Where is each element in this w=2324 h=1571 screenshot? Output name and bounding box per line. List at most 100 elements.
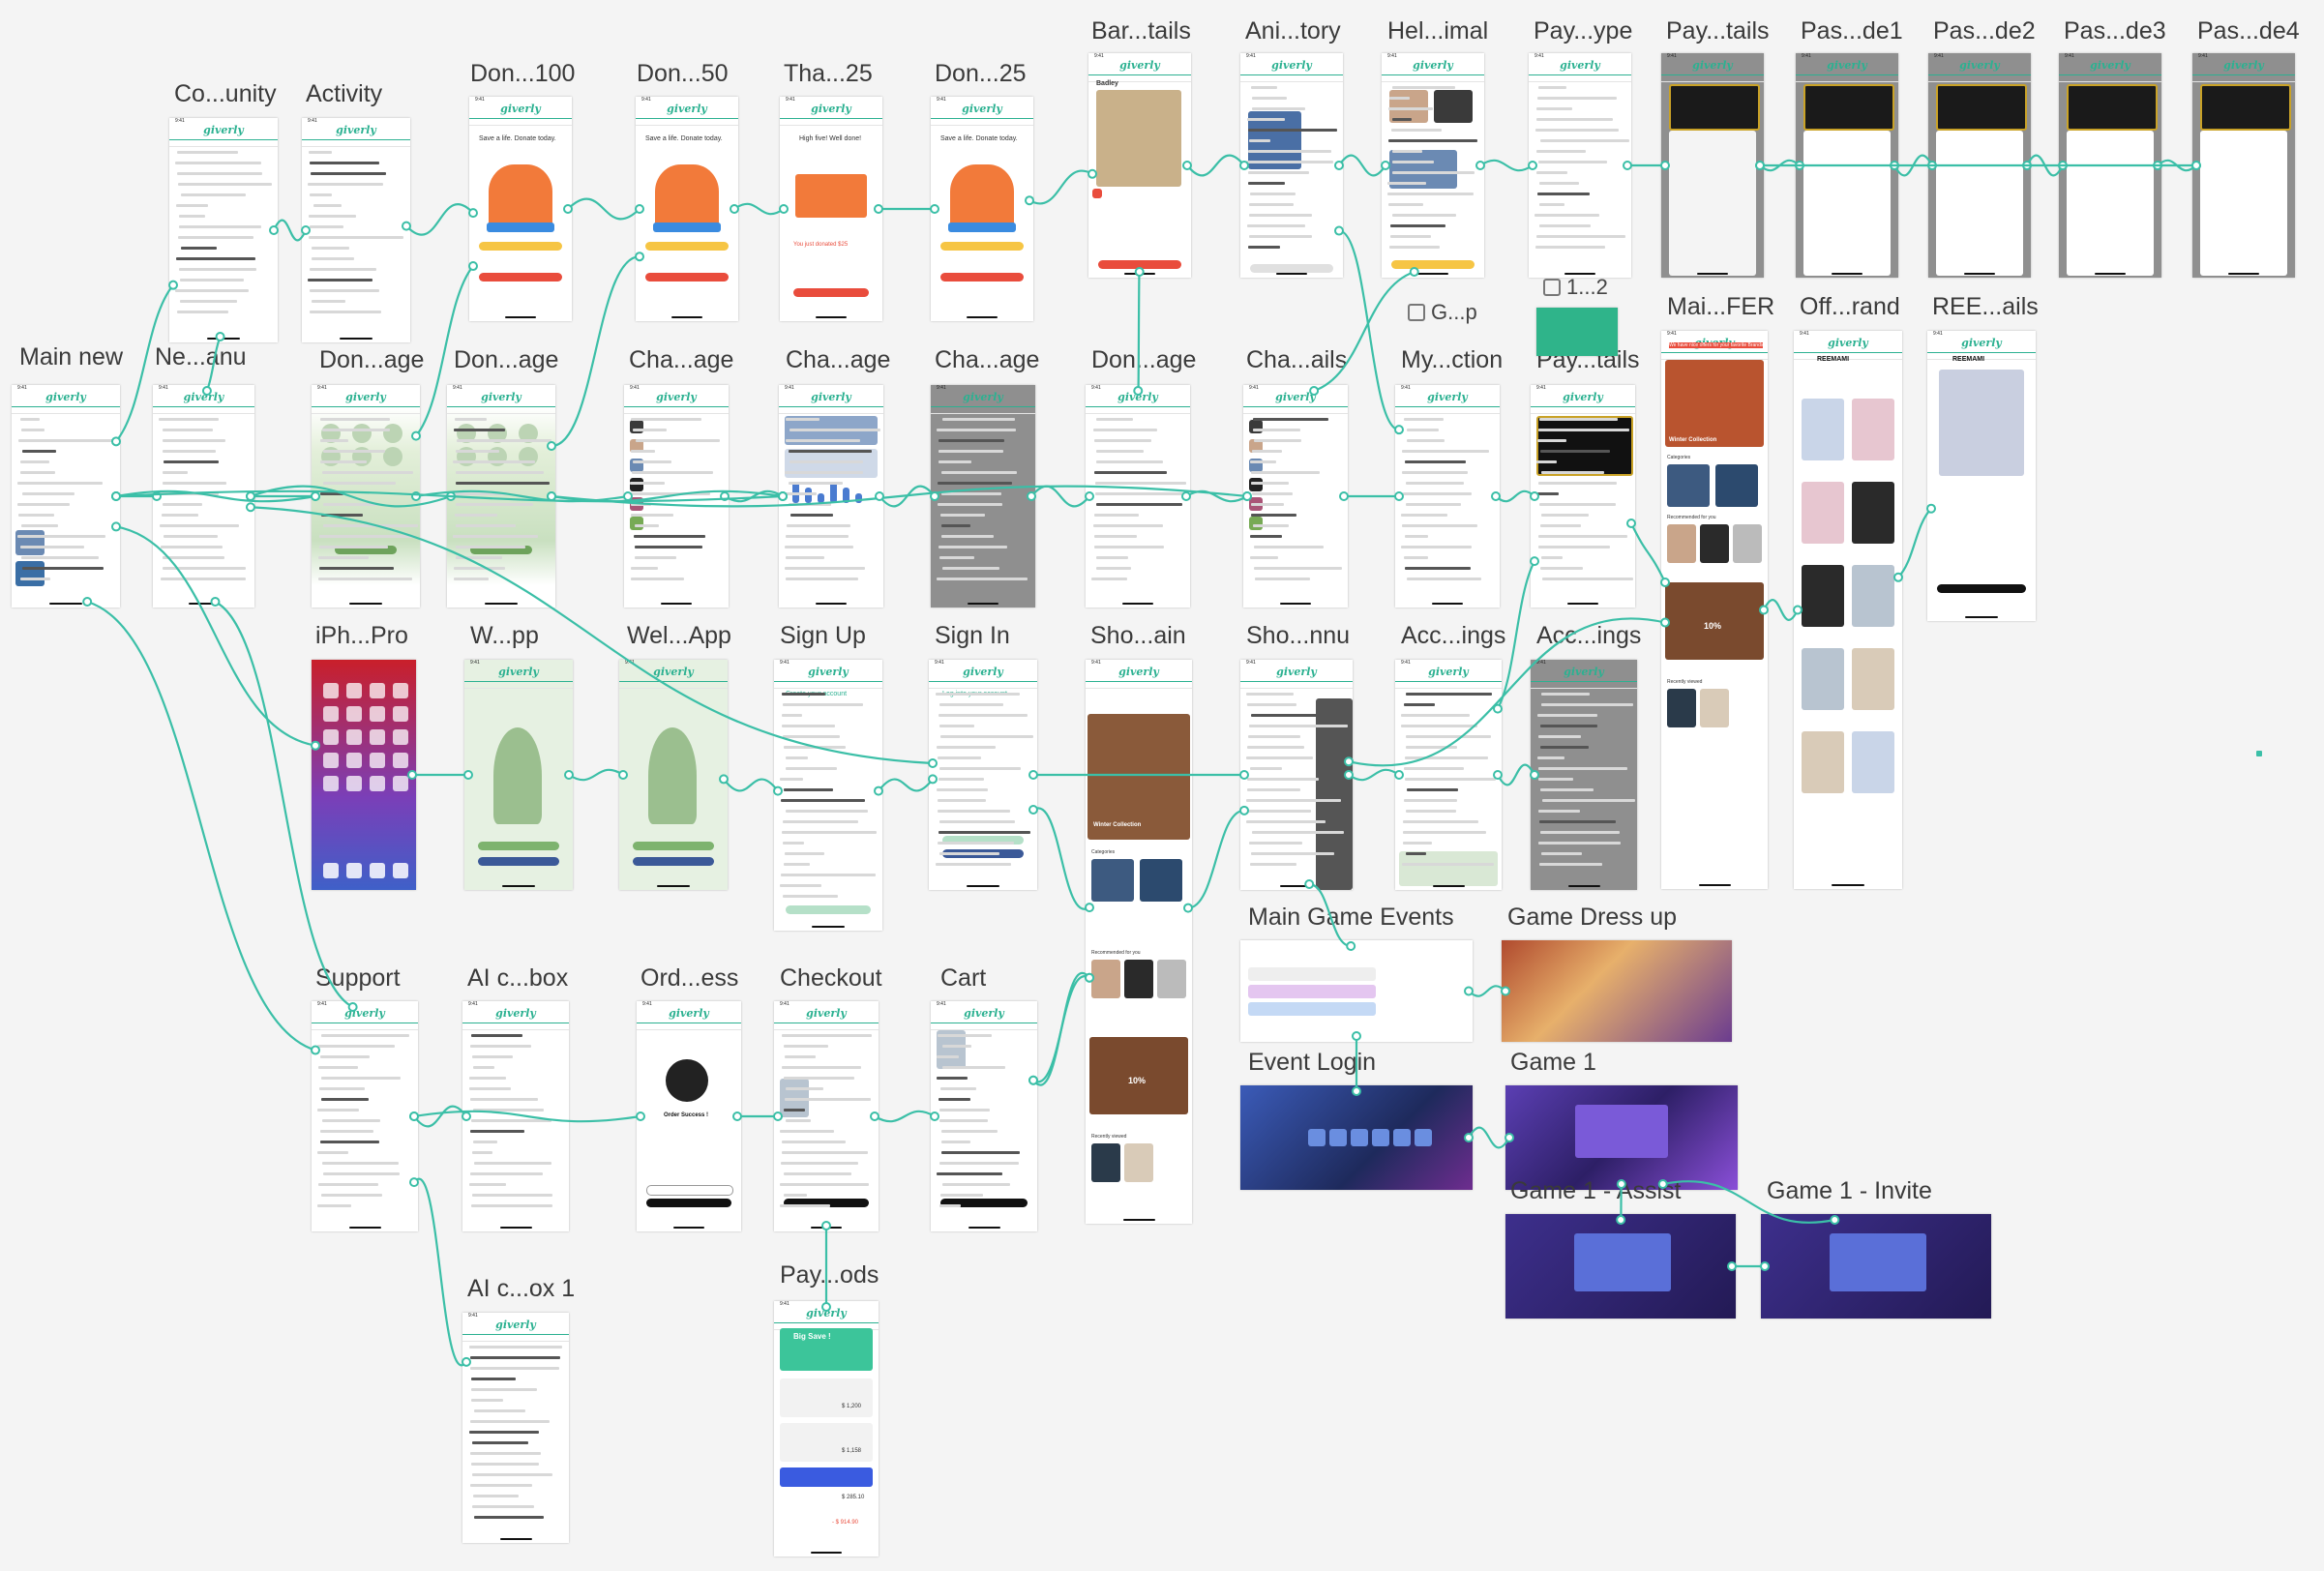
connector-end-dot[interactable] <box>1530 770 1539 780</box>
connector-start-dot[interactable] <box>1183 903 1193 913</box>
connector-end-dot[interactable] <box>930 491 939 501</box>
connector-end-dot[interactable] <box>623 491 633 501</box>
connector-end-dot[interactable] <box>468 208 478 219</box>
connector-end-dot[interactable] <box>1352 1086 1361 1096</box>
connector-start-dot[interactable] <box>930 1112 939 1121</box>
connector-end-dot[interactable] <box>779 204 789 214</box>
connector-end-dot[interactable] <box>635 204 644 214</box>
connector-end-dot[interactable] <box>1616 1215 1626 1225</box>
connector-start-dot[interactable] <box>1626 518 1636 528</box>
connector-end-dot[interactable] <box>928 757 938 768</box>
connector-start-dot[interactable] <box>402 221 411 231</box>
connector-end-dot[interactable] <box>347 1002 358 1012</box>
connector-end-dot[interactable] <box>301 225 311 235</box>
connector-start-dot[interactable] <box>1493 770 1503 780</box>
connector-end-dot[interactable] <box>1530 556 1539 567</box>
connector-start-dot[interactable] <box>875 491 884 501</box>
connector-end-dot[interactable] <box>1660 161 1670 170</box>
connector-start-dot[interactable] <box>874 786 883 796</box>
connector-start-dot[interactable] <box>201 386 212 396</box>
connector-start-dot[interactable] <box>547 491 556 501</box>
connector-start-dot[interactable] <box>111 491 121 501</box>
connector-end-dot[interactable] <box>1760 1261 1770 1271</box>
connector-end-dot[interactable] <box>1085 491 1094 501</box>
connector-start-dot[interactable] <box>821 1221 831 1230</box>
connector-start-dot[interactable] <box>1493 703 1503 714</box>
connector-start-dot[interactable] <box>1830 1215 1840 1225</box>
connector-end-dot[interactable] <box>1755 161 1765 170</box>
connector-end-dot[interactable] <box>1528 161 1537 170</box>
connector-end-dot[interactable] <box>1660 577 1670 587</box>
connector-start-dot[interactable] <box>874 204 883 214</box>
connector-end-dot[interactable] <box>618 770 628 780</box>
connector-start-dot[interactable] <box>1727 1261 1737 1271</box>
connector-start-dot[interactable] <box>409 1177 419 1188</box>
connector-end-dot[interactable] <box>870 1112 879 1121</box>
connector-end-dot[interactable] <box>635 252 644 262</box>
connector-start-dot[interactable] <box>269 225 279 235</box>
connector-start-dot[interactable] <box>1339 491 1349 501</box>
connector-end-dot[interactable] <box>168 280 178 290</box>
connector-start-dot[interactable] <box>246 491 255 501</box>
connector-start-dot[interactable] <box>1893 572 1903 582</box>
connector-end-dot[interactable] <box>1088 168 1097 179</box>
connector-end-dot[interactable] <box>1409 267 1419 277</box>
connector-start-dot[interactable] <box>547 441 556 452</box>
connector-start-dot[interactable] <box>1344 770 1354 780</box>
connector-end-dot[interactable] <box>821 1302 831 1312</box>
connector-start-dot[interactable] <box>1464 1133 1474 1142</box>
connector-end-dot[interactable] <box>732 1112 742 1121</box>
connector-end-dot[interactable] <box>930 204 939 214</box>
connector-end-dot[interactable] <box>1394 491 1404 501</box>
connector-end-dot[interactable] <box>1346 941 1356 951</box>
connector-end-dot[interactable] <box>1239 805 1249 815</box>
connector-end-dot[interactable] <box>773 786 783 796</box>
connector-start-dot[interactable] <box>1491 491 1501 501</box>
connector-end-dot[interactable] <box>311 1045 320 1055</box>
connector-end-dot[interactable] <box>1926 503 1936 514</box>
connector-end-dot[interactable] <box>311 740 320 751</box>
connector-end-dot[interactable] <box>468 261 478 272</box>
connector-start-dot[interactable] <box>1182 161 1192 170</box>
connector-start-dot[interactable] <box>1181 491 1191 501</box>
connector-start-dot[interactable] <box>1759 605 1769 615</box>
connector-start-dot[interactable] <box>210 597 221 607</box>
connector-end-dot[interactable] <box>1505 1133 1514 1142</box>
connector-start-dot[interactable] <box>82 597 93 607</box>
connector-start-dot[interactable] <box>1027 491 1036 501</box>
connector-end-dot[interactable] <box>311 491 320 501</box>
connector-end-dot[interactable] <box>778 491 788 501</box>
connector-start-dot[interactable] <box>564 770 574 780</box>
connector-start-dot[interactable] <box>1028 770 1038 780</box>
connector-start-dot[interactable] <box>1623 161 1632 170</box>
connector-end-dot[interactable] <box>1085 972 1094 983</box>
connector-end-dot[interactable] <box>1381 161 1390 170</box>
connector-start-dot[interactable] <box>1028 805 1038 815</box>
connector-start-dot[interactable] <box>407 770 417 780</box>
connector-start-dot[interactable] <box>2191 161 2201 170</box>
connector-end-dot[interactable] <box>463 770 473 780</box>
connector-start-dot[interactable] <box>1133 386 1144 396</box>
connector-start-dot[interactable] <box>1025 195 1034 206</box>
connector-end-dot[interactable] <box>1239 770 1249 780</box>
connector-start-dot[interactable] <box>563 204 573 214</box>
connector-start-dot[interactable] <box>773 1112 783 1121</box>
connector-end-dot[interactable] <box>1793 605 1803 615</box>
connector-start-dot[interactable] <box>730 204 739 214</box>
connector-end-dot[interactable] <box>1501 986 1510 996</box>
connector-end-dot[interactable] <box>1660 617 1670 628</box>
connector-start-dot[interactable] <box>1028 1075 1038 1085</box>
connector-start-dot[interactable] <box>111 436 121 447</box>
connector-end-dot[interactable] <box>1530 491 1539 501</box>
connector-end-dot[interactable] <box>462 1356 471 1367</box>
connector-start-dot[interactable] <box>1334 161 1344 170</box>
connector-start-dot[interactable] <box>719 774 729 785</box>
connector-start-dot[interactable] <box>1475 161 1485 170</box>
connector-start-dot[interactable] <box>1464 986 1474 996</box>
connector-end-dot[interactable] <box>1657 1179 1668 1189</box>
connector-end-dot[interactable] <box>1242 491 1252 501</box>
connector-end-dot[interactable] <box>462 1112 471 1121</box>
connector-end-dot[interactable] <box>1134 267 1145 277</box>
connector-end-dot[interactable] <box>215 332 225 341</box>
connector-start-dot[interactable] <box>636 1112 645 1121</box>
